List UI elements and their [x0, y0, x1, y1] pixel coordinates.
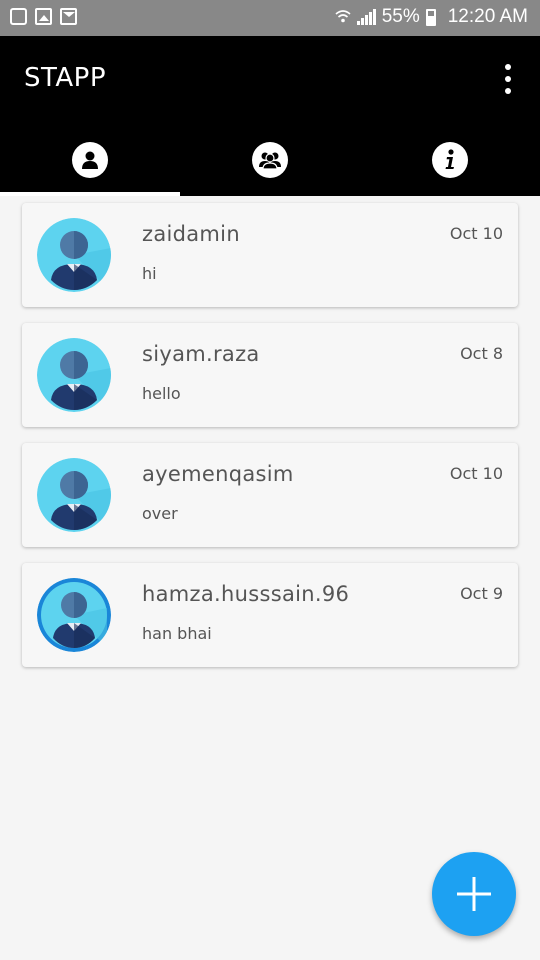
message-date: Oct 10	[449, 224, 503, 243]
battery-percent: 55%	[381, 6, 420, 27]
app-bar: STAPP	[0, 36, 540, 196]
contact-name: ayemenqasim	[142, 462, 294, 486]
avatar	[37, 338, 111, 412]
tab-chats[interactable]	[0, 124, 180, 196]
battery-icon	[425, 8, 436, 26]
message-date: Oct 9	[460, 584, 503, 603]
chat-item[interactable]: hamza.husssain.96 han bhai Oct 9	[22, 563, 518, 667]
person-icon	[72, 142, 108, 178]
last-message: hi	[142, 264, 157, 283]
message-date: Oct 10	[449, 464, 503, 483]
contact-name: hamza.husssain.96	[142, 582, 350, 606]
avatar	[37, 578, 111, 652]
mail-icon	[60, 8, 77, 25]
tab-groups[interactable]	[180, 124, 360, 196]
selected-tab-indicator	[0, 192, 180, 196]
avatar	[37, 218, 111, 292]
last-message: hello	[142, 384, 181, 403]
chat-list: zaidamin hi Oct 10 siyam.raza hello Oct …	[22, 203, 518, 683]
last-message: han bhai	[142, 624, 212, 643]
tab-bar	[0, 124, 540, 196]
status-bar: 55% 12:20 AM	[0, 0, 540, 36]
group-icon	[252, 142, 288, 178]
chat-item[interactable]: zaidamin hi Oct 10	[22, 203, 518, 307]
notification-icons	[10, 8, 77, 25]
wifi-icon	[335, 8, 351, 27]
overflow-menu-icon[interactable]	[502, 64, 514, 94]
chat-item[interactable]: ayemenqasim over Oct 10	[22, 443, 518, 547]
plus-icon	[457, 877, 491, 911]
contact-name: siyam.raza	[142, 342, 260, 366]
last-message: over	[142, 504, 178, 523]
message-date: Oct 8	[460, 344, 503, 363]
contact-name: zaidamin	[142, 222, 240, 246]
avatar	[37, 458, 111, 532]
image-icon	[35, 8, 52, 25]
tab-info[interactable]	[360, 124, 540, 196]
recycle-icon	[10, 8, 27, 25]
chat-item[interactable]: siyam.raza hello Oct 8	[22, 323, 518, 427]
signal-icon	[356, 9, 376, 25]
system-icons: 55% 12:20 AM	[335, 6, 528, 28]
clock: 12:20 AM	[447, 6, 528, 27]
new-chat-fab[interactable]	[432, 852, 516, 936]
info-icon	[432, 142, 468, 178]
app-title: STAPP	[24, 63, 107, 93]
